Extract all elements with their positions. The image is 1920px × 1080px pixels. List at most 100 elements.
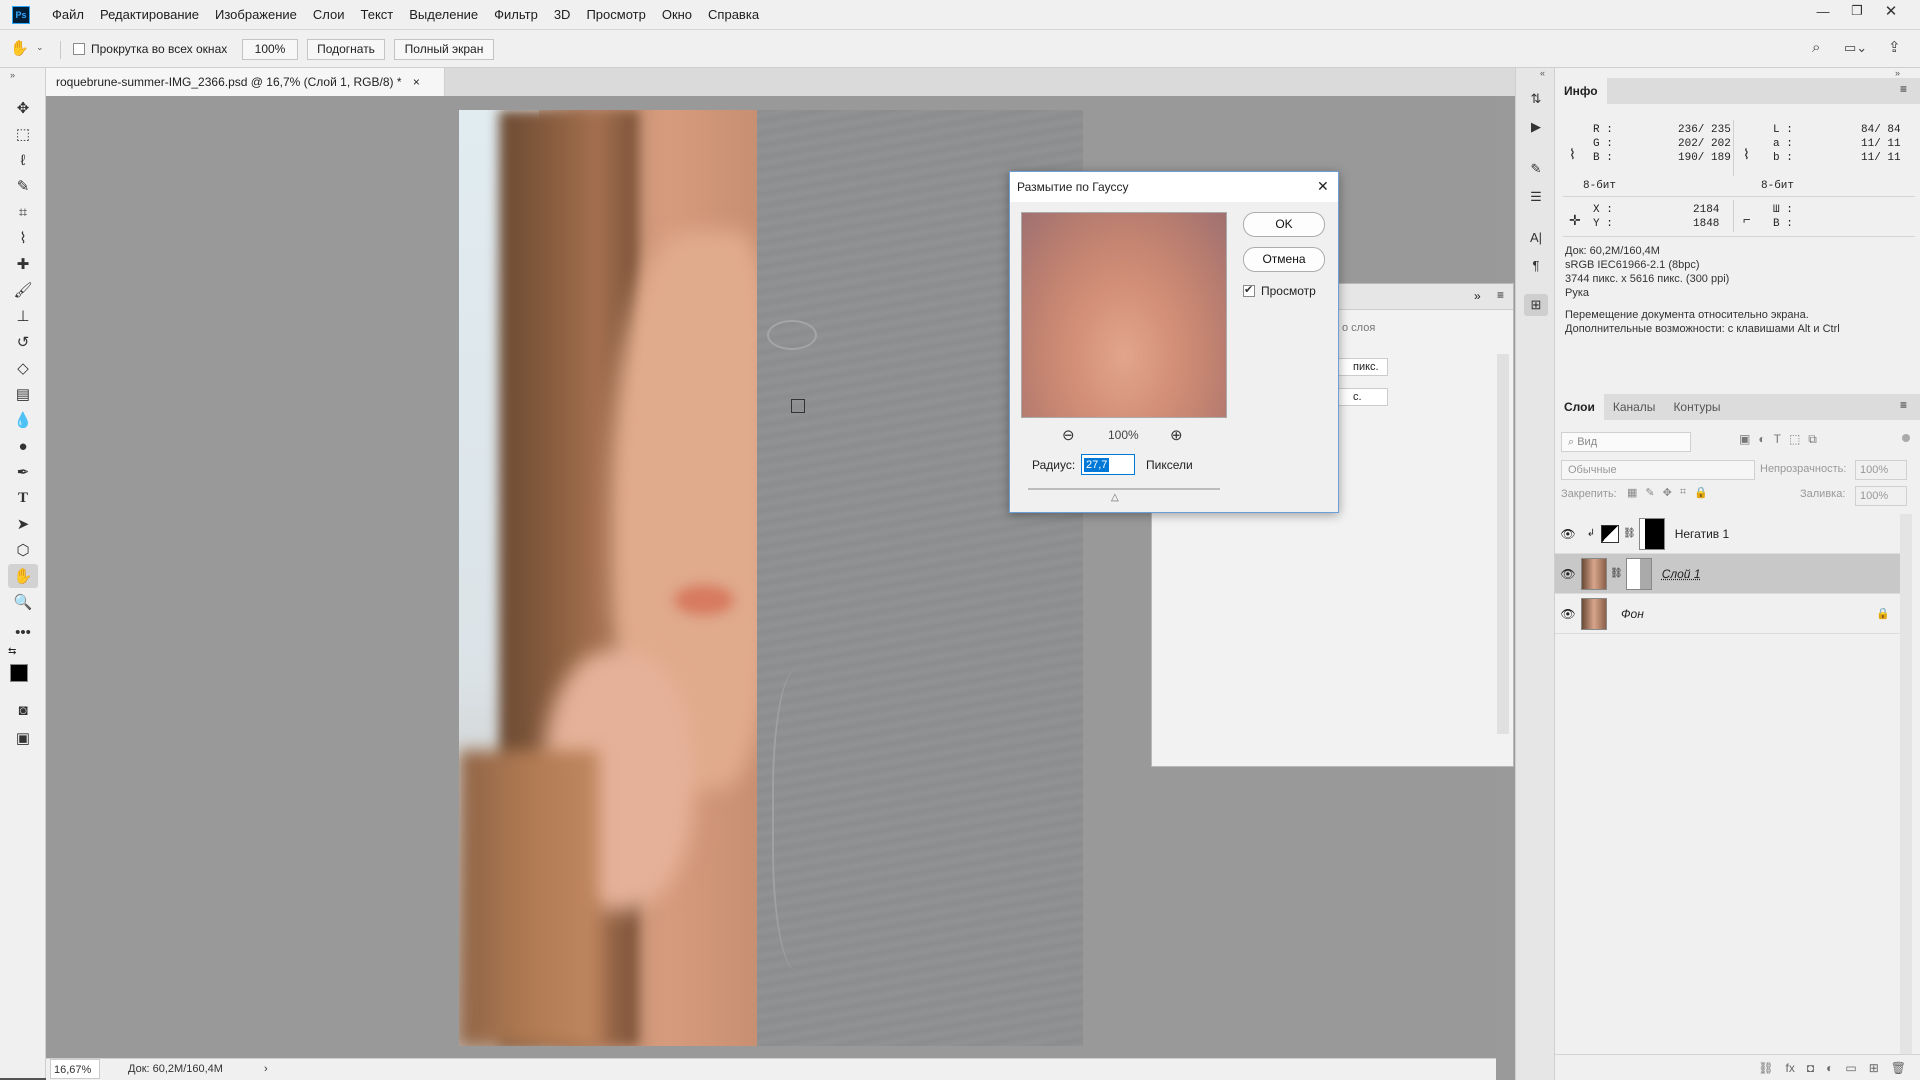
- properties-field-1[interactable]: пикс.: [1338, 358, 1388, 376]
- quick-select-tool-icon[interactable]: ✎: [8, 174, 38, 198]
- swap-colors-icon[interactable]: ⇆: [8, 646, 16, 657]
- filter-adjust-icon[interactable]: ◐: [1758, 432, 1765, 447]
- panel-menu-icon[interactable]: ≡: [1497, 288, 1504, 302]
- add-mask-icon[interactable]: ◘: [1807, 1061, 1814, 1075]
- layer-name[interactable]: Негатив 1: [1675, 527, 1729, 541]
- filter-smart-icon[interactable]: ⧉: [1808, 432, 1817, 447]
- lock-position-icon[interactable]: ✥: [1663, 486, 1672, 499]
- eye-icon[interactable]: 👁: [1555, 527, 1581, 541]
- history-brush-tool-icon[interactable]: ↺: [8, 330, 38, 354]
- adjustments-sliders-icon[interactable]: ☰: [1524, 186, 1548, 208]
- radius-slider-thumb[interactable]: △: [1111, 492, 1119, 503]
- lock-artboard-icon[interactable]: ⌗: [1680, 486, 1686, 499]
- fullscreen-button[interactable]: Полный экран: [394, 39, 494, 60]
- close-window-icon[interactable]: ✕: [1874, 0, 1908, 22]
- menu-help[interactable]: Справка: [700, 0, 767, 30]
- blend-mode-select[interactable]: Обычные: [1561, 460, 1755, 480]
- panel-menu-icon[interactable]: ≡: [1900, 82, 1907, 96]
- gradient-tool-icon[interactable]: ▤: [8, 382, 38, 406]
- radius-slider-track[interactable]: [1028, 488, 1220, 490]
- clone-stamp-tool-icon[interactable]: ⊥: [8, 304, 38, 328]
- fill-field[interactable]: 100%: [1855, 486, 1907, 506]
- lock-all-icon[interactable]: 🔒: [1694, 486, 1708, 499]
- filter-shape-icon[interactable]: ⬚: [1789, 432, 1800, 447]
- menu-select[interactable]: Выделение: [401, 0, 486, 30]
- menu-edit[interactable]: Редактирование: [92, 0, 207, 30]
- filter-type-icon[interactable]: T: [1774, 432, 1781, 447]
- layer-mask-thumbnail[interactable]: [1625, 557, 1652, 590]
- menu-filter[interactable]: Фильтр: [486, 0, 546, 30]
- history-panel-icon[interactable]: ⇅: [1524, 88, 1548, 110]
- blur-tool-icon[interactable]: 💧: [8, 408, 38, 432]
- tab-paths[interactable]: Контуры: [1664, 394, 1729, 420]
- character-panel-icon[interactable]: A|: [1524, 226, 1548, 248]
- menu-view[interactable]: Просмотр: [578, 0, 653, 30]
- lasso-tool-icon[interactable]: ℓ: [8, 148, 38, 172]
- type-tool-icon[interactable]: T: [8, 486, 38, 510]
- canvas-photo-blurred[interactable]: [459, 110, 757, 1046]
- blur-preview-image[interactable]: [1021, 212, 1227, 418]
- share-icon[interactable]: ⇪: [1888, 38, 1901, 56]
- tab-channels[interactable]: Каналы: [1604, 394, 1665, 420]
- layers-scrollbar[interactable]: [1900, 514, 1912, 1054]
- tab-layers[interactable]: Слои: [1555, 394, 1604, 420]
- layer-name[interactable]: Слой 1: [1662, 567, 1701, 581]
- preview-checkbox[interactable]: [1243, 283, 1255, 297]
- layer-row-layer1[interactable]: 👁 ⛓ Слой 1: [1555, 554, 1900, 594]
- layer-thumbnail[interactable]: [1581, 557, 1607, 590]
- tab-info[interactable]: Инфо: [1555, 78, 1607, 104]
- more-tools-icon[interactable]: •••: [8, 620, 38, 644]
- fx-icon[interactable]: fx: [1786, 1061, 1795, 1075]
- properties-panel-icon[interactable]: ⊞: [1524, 294, 1548, 316]
- filter-pixel-icon[interactable]: ▣: [1739, 432, 1750, 447]
- layer-mask-thumbnail[interactable]: [1638, 517, 1665, 550]
- radius-input[interactable]: 27,7: [1081, 454, 1135, 475]
- brush-tool-icon[interactable]: 🖌: [8, 278, 38, 302]
- eye-icon[interactable]: 👁: [1555, 567, 1581, 581]
- menu-window[interactable]: Окно: [654, 0, 700, 30]
- layer-row-background[interactable]: 👁 Фон 🔒: [1555, 594, 1900, 634]
- path-select-tool-icon[interactable]: ➤: [8, 512, 38, 536]
- new-layer-icon[interactable]: ⊞: [1869, 1061, 1879, 1075]
- filter-toggle-icon[interactable]: [1902, 434, 1910, 442]
- quick-mask-icon[interactable]: ◙: [8, 698, 38, 722]
- foreground-color-swatch[interactable]: [10, 664, 28, 682]
- collapse-arrows-icon[interactable]: «: [1540, 68, 1545, 78]
- new-adjustment-icon[interactable]: ◐: [1826, 1061, 1833, 1075]
- new-group-icon[interactable]: ▭: [1845, 1061, 1856, 1075]
- menu-type[interactable]: Текст: [353, 0, 402, 30]
- dialog-close-icon[interactable]: ✕: [1317, 178, 1329, 195]
- eyedropper-tool-icon[interactable]: ⌇: [8, 226, 38, 250]
- collapse-arrows-icon[interactable]: »: [1474, 289, 1481, 303]
- marquee-tool-icon[interactable]: ⬚: [8, 122, 38, 146]
- scroll-all-checkbox[interactable]: [73, 43, 85, 55]
- zoom-out-icon[interactable]: ⊖: [1062, 426, 1075, 444]
- close-tab-icon[interactable]: ×: [413, 75, 420, 89]
- crop-tool-icon[interactable]: ⌗: [8, 200, 38, 224]
- menu-file[interactable]: Файл: [44, 0, 92, 30]
- collapse-arrows-icon[interactable]: »: [1895, 68, 1900, 78]
- properties-field-2[interactable]: с.: [1338, 388, 1388, 406]
- healing-brush-tool-icon[interactable]: ✚: [8, 252, 38, 276]
- properties-scrollbar[interactable]: [1497, 354, 1509, 734]
- document-tab[interactable]: roquebrune-summer-IMG_2366.psd @ 16,7% (…: [46, 68, 445, 96]
- lock-pixels-icon[interactable]: ✎: [1645, 486, 1654, 499]
- zoom-100-button[interactable]: 100%: [242, 39, 298, 60]
- menu-layers[interactable]: Слои: [305, 0, 353, 30]
- menu-3d[interactable]: 3D: [546, 0, 579, 30]
- layer-filter-select[interactable]: ⌕ Вид: [1561, 432, 1691, 452]
- link-layers-icon[interactable]: ⛓: [1758, 1061, 1773, 1075]
- brush-settings-icon[interactable]: ✎: [1524, 158, 1548, 180]
- eraser-tool-icon[interactable]: ◇: [8, 356, 38, 380]
- collapse-arrows-icon[interactable]: »: [10, 70, 15, 80]
- workspace-icon[interactable]: ▭⌄: [1844, 40, 1867, 56]
- screen-mode-icon[interactable]: ▣: [8, 726, 38, 750]
- layer-thumbnail[interactable]: [1581, 597, 1607, 630]
- cancel-button[interactable]: Отмена: [1243, 247, 1325, 272]
- scroll-all-windows-option[interactable]: Прокрутка во всех окнах: [73, 42, 227, 56]
- zoom-in-icon[interactable]: ⊕: [1170, 426, 1183, 444]
- lock-transparent-icon[interactable]: ▦: [1627, 486, 1637, 499]
- actions-play-icon[interactable]: ▶: [1524, 116, 1548, 138]
- layer-name[interactable]: Фон: [1621, 607, 1876, 621]
- preview-option[interactable]: Просмотр: [1243, 283, 1316, 298]
